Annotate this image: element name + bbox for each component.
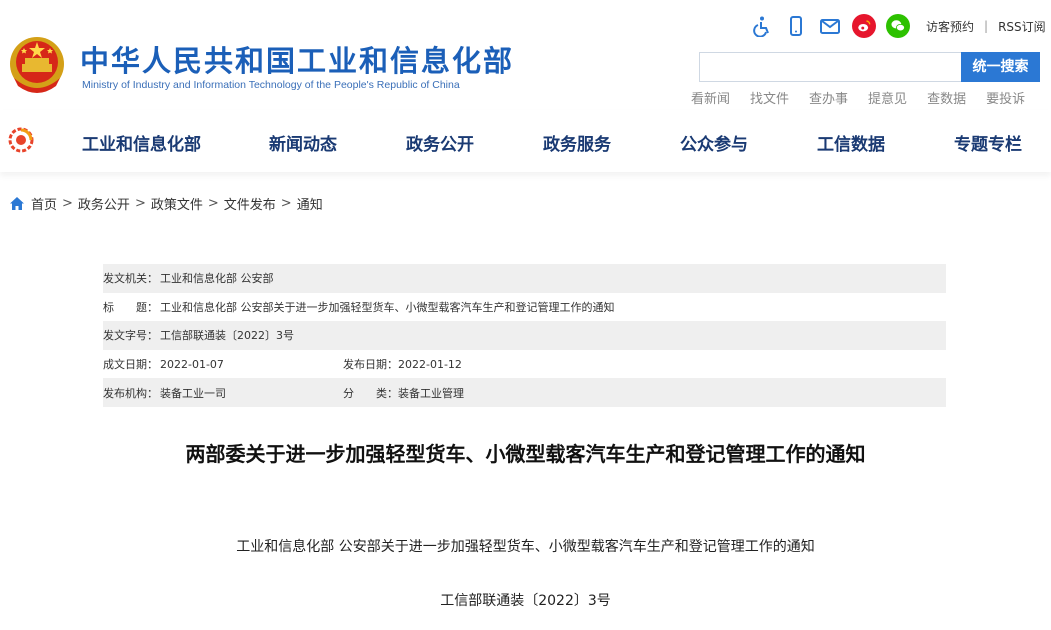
breadcrumb-separator: > (280, 196, 292, 211)
breadcrumb: 首页 > 政务公开 > 政策文件 > 文件发布 > 通知 (9, 194, 328, 213)
info-row-title: 标 题： 工业和信息化部 公安部关于进一步加强轻型货车、小微型载客汽车生产和登记… (103, 293, 946, 322)
written-date-label: 成文日期： (103, 358, 158, 372)
quick-link-files[interactable]: 找文件 (750, 88, 789, 107)
document-subtitle: 工业和信息化部 公安部关于进一步加强轻型货车、小微型载客汽车生产和登记管理工作的… (236, 539, 815, 555)
accessibility-icon[interactable] (750, 14, 774, 38)
mobile-icon[interactable] (784, 14, 808, 38)
site-title[interactable]: 中华人民共和国工业和信息化部 (80, 38, 514, 80)
breadcrumb-file-release[interactable]: 文件发布 (224, 194, 276, 213)
search-input[interactable] (699, 52, 961, 82)
nav-item-news[interactable]: 新闻动态 (269, 130, 337, 155)
mail-icon[interactable] (818, 14, 842, 38)
category-value: 装备工业管理 (398, 386, 464, 400)
title-value: 工业和信息化部 公安部关于进一步加强轻型货车、小微型载客汽车生产和登记管理工作的… (160, 300, 615, 314)
breadcrumb-notice[interactable]: 通知 (297, 194, 323, 213)
issuer-value: 工业和信息化部 公安部 (160, 272, 274, 286)
quick-link-services[interactable]: 查办事 (809, 88, 848, 107)
published-date-group: 发布日期：2022-01-12 (343, 356, 462, 372)
site-subtitle: Ministry of Industry and Information Tec… (82, 79, 460, 91)
wechat-icon[interactable] (886, 14, 910, 38)
nav-item-topics[interactable]: 专题专栏 (954, 130, 1022, 155)
national-emblem-icon[interactable] (8, 34, 66, 96)
category-group: 分 类：装备工业管理 (343, 385, 464, 401)
written-date-value: 2022-01-07 (160, 357, 224, 371)
nav-item-participation[interactable]: 公众参与 (680, 130, 748, 155)
ministry-logo-icon[interactable] (8, 127, 34, 153)
breadcrumb-separator: > (134, 196, 146, 211)
quick-link-feedback[interactable]: 提意见 (868, 88, 907, 107)
published-date-value: 2022-01-12 (398, 358, 462, 372)
link-separator: | (984, 19, 989, 33)
org-label: 发布机构： (103, 386, 158, 400)
rss-link[interactable]: RSS订阅 (998, 18, 1046, 35)
quick-link-news[interactable]: 看新闻 (691, 88, 730, 107)
weibo-icon[interactable] (852, 14, 876, 38)
issuer-label: 发文机关： (103, 272, 158, 286)
org-value: 装备工业一司 (160, 386, 226, 400)
breadcrumb-home[interactable]: 首页 (31, 194, 57, 213)
nav-item-ministry[interactable]: 工业和信息化部 (82, 130, 201, 155)
category-label: 分 类： (343, 386, 398, 400)
nav-item-services[interactable]: 政务服务 (543, 130, 611, 155)
info-row-issuer: 发文机关： 工业和信息化部 公安部 (103, 264, 946, 293)
breadcrumb-policy-files[interactable]: 政策文件 (151, 194, 203, 213)
home-icon[interactable] (9, 196, 25, 212)
nav-item-gov-affairs[interactable]: 政务公开 (406, 130, 474, 155)
main-nav: 工业和信息化部 新闻动态 政务公开 政务服务 公众参与 工信数据 专题专栏 (0, 110, 1051, 172)
info-row-dates: 成文日期： 2022-01-07 发布日期：2022-01-12 (103, 350, 946, 379)
search-button[interactable]: 统一搜索 (961, 52, 1040, 82)
breadcrumb-separator: > (62, 196, 73, 211)
published-date-label: 发布日期： (343, 358, 398, 372)
breadcrumb-gov-affairs[interactable]: 政务公开 (78, 194, 130, 213)
top-utility-bar: 访客预约 | RSS订阅 (750, 12, 1046, 40)
nav-item-data[interactable]: 工信数据 (817, 130, 885, 155)
doc-no-value: 工信部联通装〔2022〕3号 (160, 329, 294, 343)
quick-link-data[interactable]: 查数据 (927, 88, 966, 107)
info-row-org: 发布机构： 装备工业一司 分 类：装备工业管理 (103, 378, 946, 407)
site-header: 中华人民共和国工业和信息化部 Ministry of Industry and … (0, 0, 1051, 110)
quick-links: 看新闻 找文件 查办事 提意见 查数据 要投诉 (691, 88, 1045, 107)
visitor-appointment-link[interactable]: 访客预约 (926, 18, 974, 35)
document-info-table: 发文机关： 工业和信息化部 公安部 标 题： 工业和信息化部 公安部关于进一步加… (103, 264, 946, 407)
document-number: 工信部联通装〔2022〕3号 (440, 593, 611, 609)
doc-no-label: 发文字号： (103, 329, 158, 343)
title-label: 标 题： (103, 300, 158, 314)
document-heading: 两部委关于进一步加强轻型货车、小微型载客汽车生产和登记管理工作的通知 (185, 442, 866, 466)
quick-link-complaint[interactable]: 要投诉 (986, 88, 1025, 107)
breadcrumb-separator: > (207, 196, 219, 211)
info-row-doc-no: 发文字号： 工信部联通装〔2022〕3号 (103, 321, 946, 350)
